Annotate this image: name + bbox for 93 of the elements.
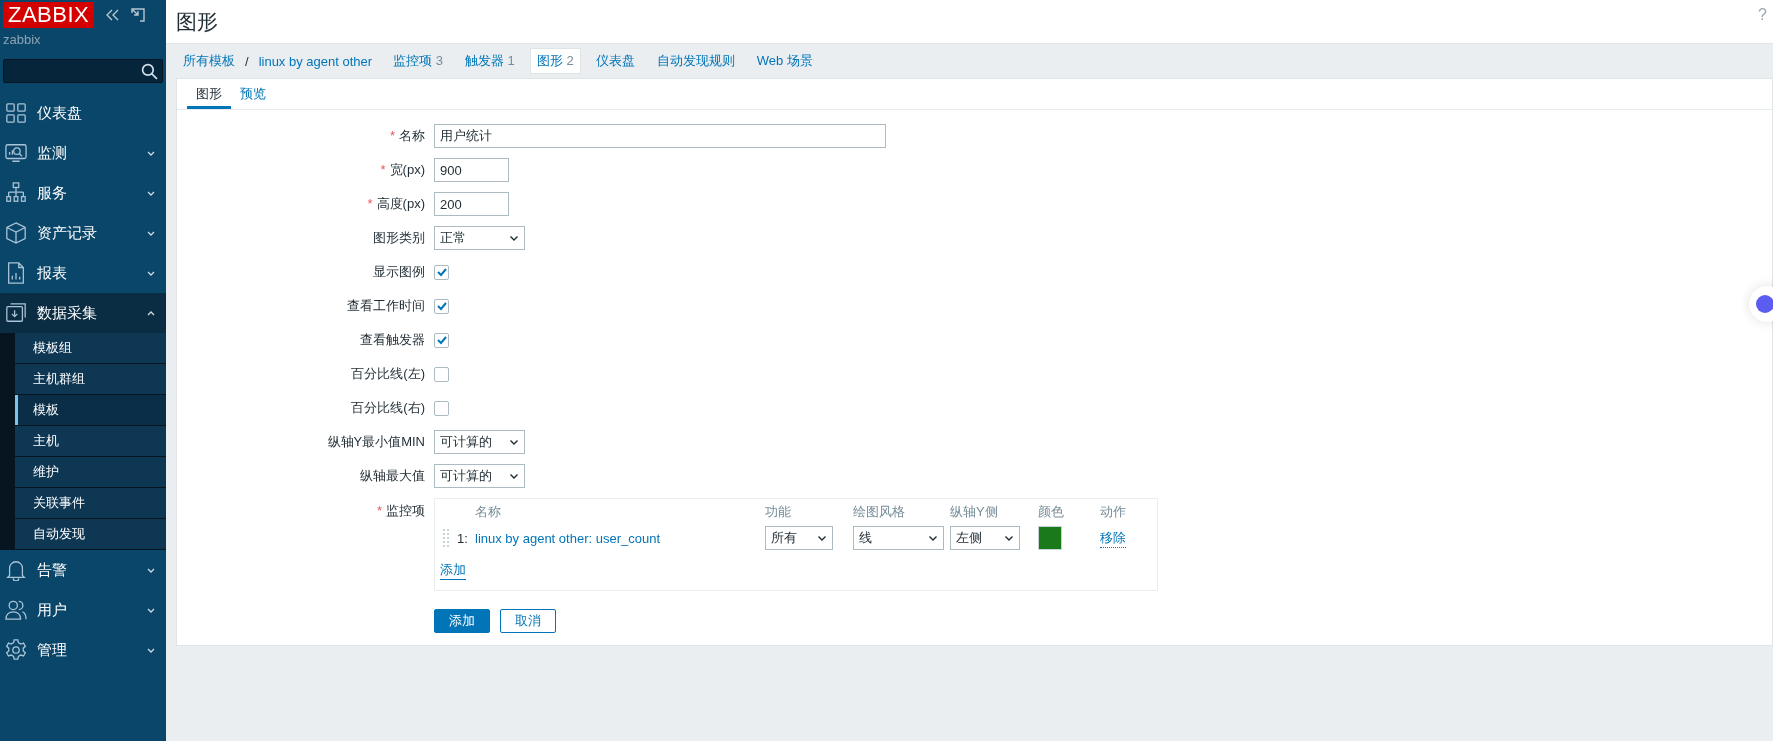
submenu-item[interactable]: 关联事件 bbox=[15, 488, 166, 519]
menu-item[interactable]: 资产记录 bbox=[0, 213, 166, 253]
field-label: 显示图例 bbox=[373, 264, 425, 279]
breadcrumb-separator: / bbox=[244, 53, 250, 69]
menu-icon bbox=[5, 182, 27, 204]
field-label: 百分比线(右) bbox=[351, 400, 425, 415]
collapse-icon[interactable] bbox=[104, 7, 121, 23]
column-header: 功能 bbox=[765, 503, 792, 521]
checkbox[interactable] bbox=[434, 332, 449, 348]
required-mark: * bbox=[367, 196, 373, 211]
column-header: 绘图风格 bbox=[853, 503, 906, 521]
field-label: 纵轴Y最小值MIN bbox=[327, 434, 425, 449]
color-swatch[interactable] bbox=[1038, 526, 1062, 550]
menu-item[interactable]: 服务 bbox=[0, 173, 166, 213]
caret-down-icon bbox=[928, 533, 938, 543]
expand-icon[interactable] bbox=[130, 7, 147, 23]
caret-down-icon bbox=[509, 471, 519, 481]
checkbox[interactable] bbox=[434, 366, 449, 382]
tab[interactable]: 仪表盘 bbox=[588, 48, 642, 74]
server-name: zabbix bbox=[2, 31, 42, 47]
field-label: 监控项 bbox=[386, 503, 425, 518]
tab[interactable]: 图形 2 bbox=[529, 48, 581, 74]
field-label: 高度(px) bbox=[376, 196, 425, 211]
caret-down-icon bbox=[1004, 533, 1014, 543]
drag-handle-icon[interactable] bbox=[443, 529, 449, 547]
menu-icon bbox=[5, 262, 27, 284]
menu-item[interactable]: 告警 bbox=[0, 550, 166, 590]
required-mark: * bbox=[380, 162, 386, 177]
menu-item[interactable]: 用户 bbox=[0, 590, 166, 630]
menu-icon bbox=[5, 639, 27, 661]
field-label: 名称 bbox=[399, 128, 425, 143]
menu-item[interactable]: 管理 bbox=[0, 630, 166, 670]
column-header: 动作 bbox=[1100, 503, 1127, 521]
submenu-item[interactable]: 模板 bbox=[15, 395, 166, 426]
input-field[interactable]: 200 bbox=[434, 192, 509, 216]
search-icon[interactable] bbox=[141, 62, 158, 80]
add-link[interactable]: 添加 bbox=[440, 561, 466, 580]
column-header: 颜色 bbox=[1038, 503, 1065, 521]
field-label: 百分比线(左) bbox=[351, 366, 425, 381]
caret-down-icon bbox=[509, 233, 519, 243]
tab[interactable]: 监控项 3 bbox=[386, 48, 450, 74]
caret-down-icon bbox=[817, 533, 827, 543]
search-field[interactable] bbox=[3, 59, 163, 83]
dropdown[interactable]: 正常 bbox=[434, 226, 525, 250]
field-label: 查看工作时间 bbox=[347, 298, 425, 313]
dropdown[interactable]: 可计算的 bbox=[434, 430, 525, 454]
dropdown[interactable]: 可计算的 bbox=[434, 464, 525, 488]
field-label: 查看触发器 bbox=[360, 332, 425, 347]
tab[interactable]: 自动发现规则 bbox=[649, 48, 742, 74]
required-mark: * bbox=[389, 128, 395, 143]
submenu-item[interactable]: 主机群组 bbox=[15, 364, 166, 395]
submenu-item[interactable]: 维护 bbox=[15, 457, 166, 488]
input-field[interactable]: 900 bbox=[434, 158, 509, 182]
field-label: 宽(px) bbox=[389, 162, 425, 177]
column-header: 纵轴Y侧 bbox=[950, 503, 999, 521]
checkbox[interactable] bbox=[434, 400, 449, 416]
tab[interactable]: 预览 bbox=[231, 79, 275, 109]
remove-link[interactable]: 移除 bbox=[1100, 528, 1126, 548]
submenu-item[interactable]: 自动发现 bbox=[15, 519, 166, 550]
field-label: 图形类别 bbox=[373, 230, 425, 245]
checkbox[interactable] bbox=[434, 298, 449, 314]
breadcrumb-link[interactable]: linux by agent other bbox=[252, 53, 379, 69]
menu-icon bbox=[5, 142, 27, 164]
menu-item[interactable]: 报表 bbox=[0, 253, 166, 293]
row-number: 1: bbox=[457, 530, 468, 546]
add-button[interactable]: 添加 bbox=[434, 609, 490, 633]
menu-icon bbox=[5, 559, 27, 581]
caret-down-icon bbox=[509, 437, 519, 447]
column-header: 名称 bbox=[475, 503, 502, 521]
submenu-item[interactable]: 主机 bbox=[15, 426, 166, 457]
item-link[interactable]: linux by agent other: user_count bbox=[475, 530, 765, 546]
cancel-button[interactable]: 取消 bbox=[500, 609, 556, 633]
menu-icon bbox=[5, 102, 27, 124]
menu-item[interactable]: 仪表盘 bbox=[0, 93, 166, 133]
required-mark: * bbox=[376, 503, 382, 518]
tab[interactable]: 图形 bbox=[187, 79, 231, 109]
breadcrumb-link[interactable]: 所有模板 bbox=[177, 52, 241, 70]
menu-item[interactable]: 数据采集 bbox=[0, 293, 166, 333]
page-title: 图形 bbox=[176, 8, 218, 35]
menu-icon bbox=[5, 599, 27, 621]
menu-item[interactable]: 监测 bbox=[0, 133, 166, 173]
logo[interactable]: ZABBIX bbox=[3, 2, 95, 28]
dropdown[interactable]: 线 bbox=[853, 526, 944, 550]
submenu-item[interactable]: 模板组 bbox=[15, 333, 166, 364]
field-label: 纵轴最大值 bbox=[360, 468, 425, 483]
input-field[interactable]: 用户统计 bbox=[434, 124, 886, 148]
menu-icon bbox=[5, 302, 27, 324]
checkbox[interactable] bbox=[434, 264, 449, 280]
tab[interactable]: 触发器 1 bbox=[457, 48, 522, 74]
dropdown[interactable]: 所有 bbox=[765, 526, 833, 550]
dropdown[interactable]: 左侧 bbox=[950, 526, 1020, 550]
tab[interactable]: Web 场景 bbox=[749, 48, 820, 74]
menu-icon bbox=[5, 222, 27, 244]
